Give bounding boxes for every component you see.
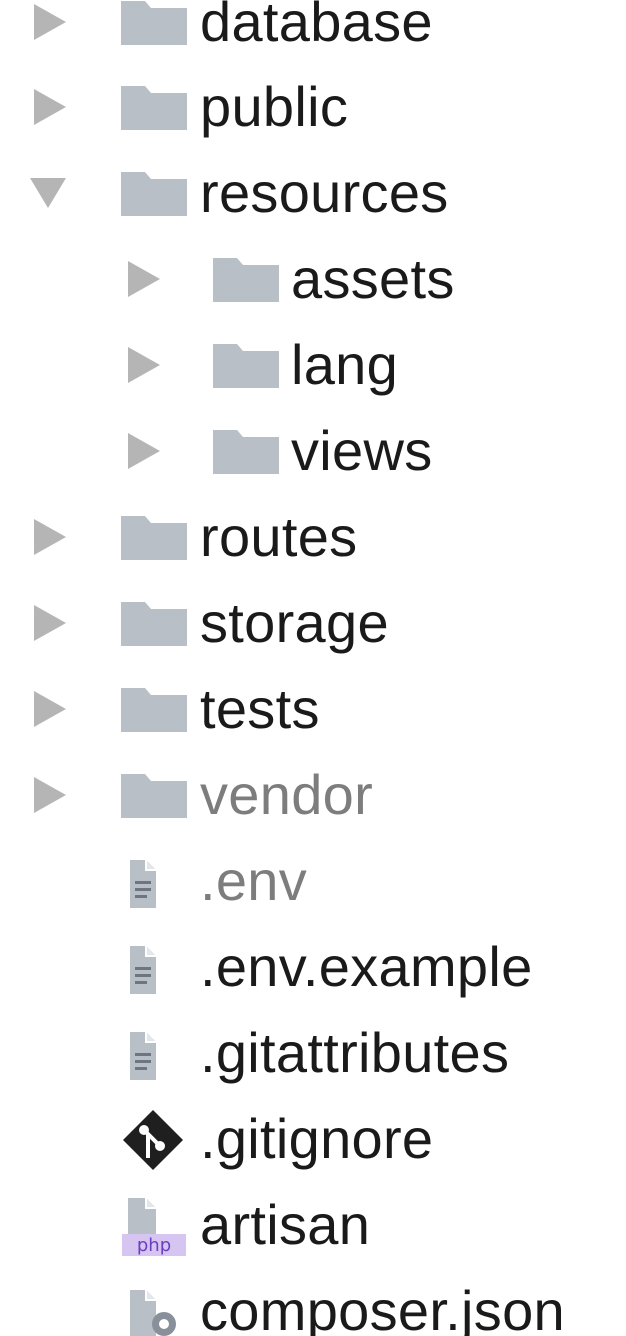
- tree-item-label: storage: [200, 591, 389, 654]
- tree-item-env[interactable]: .env: [0, 838, 626, 924]
- tree-item-database[interactable]: database: [0, 0, 626, 65]
- disclosure-right-icon[interactable]: [32, 752, 72, 838]
- tree-item-vendor[interactable]: vendor: [0, 752, 626, 838]
- php-badge: php: [137, 1235, 171, 1256]
- tree-item-label: database: [200, 0, 433, 53]
- tree-item-gitattributes[interactable]: .gitattributes: [0, 1010, 626, 1096]
- tree-item-label: vendor: [200, 763, 374, 826]
- text-file-icon: [126, 1010, 188, 1096]
- tree-item-label: composer.json: [200, 1279, 565, 1336]
- tree-item-label: .env.example: [200, 935, 533, 998]
- folder-icon: [121, 752, 187, 838]
- disclosure-right-icon[interactable]: [32, 64, 72, 150]
- tree-item-label: routes: [200, 505, 358, 568]
- tree-item-tests[interactable]: tests: [0, 666, 626, 752]
- disclosure-down-icon[interactable]: [28, 150, 68, 236]
- tree-item-env-example[interactable]: .env.example: [0, 924, 626, 1010]
- folder-icon: [121, 580, 187, 666]
- tree-item-label: .gitignore: [200, 1107, 434, 1170]
- disclosure-right-icon[interactable]: [126, 322, 166, 408]
- disclosure-right-icon[interactable]: [32, 580, 72, 666]
- folder-icon: [121, 0, 187, 65]
- folder-icon: [213, 408, 279, 494]
- disclosure-right-icon[interactable]: [32, 666, 72, 752]
- disclosure-right-icon[interactable]: [126, 408, 166, 494]
- tree-item-resources[interactable]: resources: [0, 150, 626, 236]
- tree-item-lang[interactable]: lang: [0, 322, 626, 408]
- tree-item-label: public: [200, 75, 349, 138]
- tree-item-storage[interactable]: storage: [0, 580, 626, 666]
- folder-icon: [213, 236, 279, 322]
- disclosure-right-icon[interactable]: [126, 236, 166, 322]
- tree-item-public[interactable]: public: [0, 64, 626, 150]
- folder-icon: [121, 666, 187, 752]
- tree-item-views[interactable]: views: [0, 408, 626, 494]
- folder-icon: [121, 494, 187, 580]
- file-tree: database public resources assets lang vi…: [0, 0, 626, 1336]
- tree-item-label: resources: [200, 161, 449, 224]
- tree-item-label: tests: [200, 677, 320, 740]
- disclosure-right-icon[interactable]: [32, 0, 72, 65]
- tree-item-label: .env: [200, 849, 308, 912]
- git-icon: [118, 1096, 183, 1182]
- tree-item-gitignore[interactable]: .gitignore: [0, 1096, 626, 1182]
- tree-item-artisan[interactable]: php artisan: [0, 1182, 626, 1268]
- folder-icon: [213, 322, 279, 408]
- disclosure-right-icon[interactable]: [32, 494, 72, 580]
- text-file-icon: [126, 838, 188, 924]
- tree-item-assets[interactable]: assets: [0, 236, 626, 322]
- tree-item-label: artisan: [200, 1193, 371, 1256]
- tree-item-label: assets: [291, 247, 455, 310]
- text-file-icon: [126, 924, 188, 1010]
- tree-item-routes[interactable]: routes: [0, 494, 626, 580]
- tree-item-label: views: [291, 419, 433, 482]
- tree-item-composer-json[interactable]: composer.json: [0, 1268, 626, 1336]
- json-file-icon: [126, 1268, 188, 1336]
- folder-icon: [121, 150, 187, 236]
- php-file-icon: php: [120, 1182, 186, 1268]
- tree-item-label: .gitattributes: [200, 1021, 510, 1084]
- tree-item-label: lang: [291, 333, 399, 396]
- folder-icon: [121, 64, 187, 150]
